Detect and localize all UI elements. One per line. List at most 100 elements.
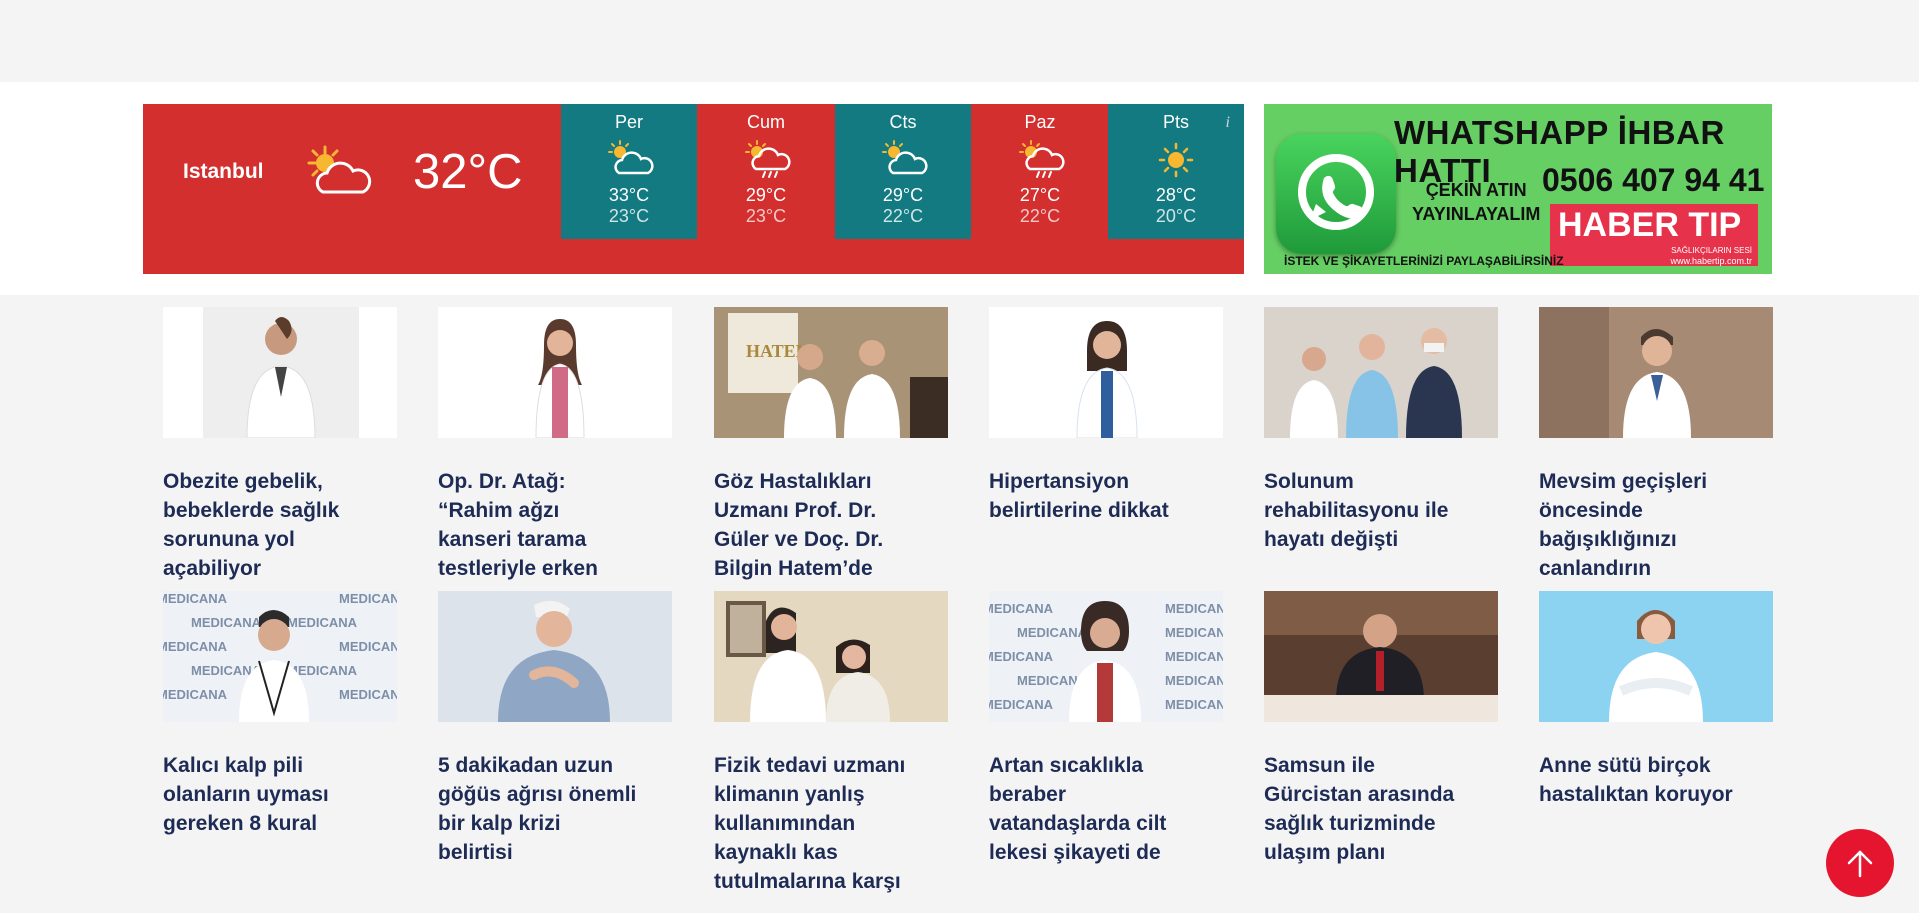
- news-photo: [1539, 307, 1773, 438]
- weather-day-name: Cts: [889, 112, 917, 132]
- news-thumbnail[interactable]: [1264, 307, 1498, 438]
- news-card[interactable]: Op. Dr. Atağ: “Rahim ağzı kanseri tarama…: [438, 307, 672, 580]
- sun-cloud-icon: [307, 145, 372, 194]
- ad-cta-line: ÇEKİN ATIN: [1425, 180, 1527, 200]
- news-title[interactable]: Hipertansiyon belirtilerine dikkat: [989, 467, 1189, 583]
- news-title[interactable]: Mevsim geçişleri öncesinde bağışıklığını…: [1539, 467, 1739, 583]
- svg-text:MEDICANA: MEDICANA: [339, 639, 397, 654]
- news-title[interactable]: Samsun ile Gürcistan arasında sağlık tur…: [1264, 751, 1464, 867]
- weather-day-high: 28°C: [1155, 185, 1197, 205]
- news-photo: [1264, 307, 1498, 438]
- news-thumbnail[interactable]: [438, 591, 672, 722]
- news-card[interactable]: Fizik tedavi uzmanı klimanın yanlış kull…: [714, 591, 948, 893]
- svg-text:MEDICANA: MEDICANA: [1165, 673, 1223, 688]
- news-photo: MEDICANA MEDICANA MEDICANA MEDICANA MEDICA…: [989, 601, 1223, 722]
- svg-text:MEDICANA: MEDICANA: [1017, 625, 1088, 640]
- news-card[interactable]: Obezite gebelik, bebeklerde sağlık sorun…: [163, 307, 397, 580]
- weather-day-name: Cum: [746, 112, 785, 132]
- news-thumbnail[interactable]: [163, 307, 397, 438]
- news-photo: [1264, 591, 1498, 722]
- news-title[interactable]: Fizik tedavi uzmanı klimanın yanlış kull…: [714, 751, 914, 896]
- weather-day-high: 29°C: [745, 185, 787, 205]
- weather-day-high: 27°C: [1019, 185, 1061, 205]
- weather-day: Pts 28°C 20°C i: [1108, 104, 1244, 239]
- ad-url: www.habertip.com.tr: [1670, 256, 1752, 266]
- ad-cta-line: YAYINLAYALIM: [1412, 204, 1541, 224]
- sun-icon: [1158, 142, 1194, 178]
- sun-cloud-rain-icon: [745, 140, 791, 178]
- svg-text:MEDICANA: MEDICANA: [1165, 649, 1223, 664]
- news-thumbnail[interactable]: [989, 307, 1223, 438]
- ad-phone-number: 0506 407 94 41: [1542, 162, 1765, 198]
- svg-text:MEDICANA: MEDICANA: [191, 615, 262, 630]
- weather-day-name: Pts: [1162, 112, 1189, 132]
- news-photo: MEDICANA MEDICANA MEDICANA MEDICANA MEDICA…: [163, 591, 397, 722]
- news-thumbnail[interactable]: [438, 307, 672, 438]
- news-thumbnail[interactable]: [1539, 591, 1773, 722]
- news-photo: [1076, 321, 1138, 438]
- news-card[interactable]: Samsun ile Gürcistan arasında sağlık tur…: [1264, 591, 1498, 864]
- ad-cta: ÇEKİN ATIN YAYINLAYALIM: [1412, 178, 1540, 226]
- weather-day-high: 29°C: [882, 185, 924, 205]
- news-title[interactable]: 5 dakikadan uzun göğüs ağrısı önemli bir…: [438, 751, 638, 867]
- news-card[interactable]: MEDICANA MEDICANA MEDICANA MEDICANA MEDICA…: [989, 591, 1223, 864]
- whatsapp-logo: [1276, 134, 1396, 254]
- news-title[interactable]: Anne sütü birçok hastalıktan koruyor: [1539, 751, 1739, 867]
- news-title[interactable]: Kalıcı kalp pili olanların uyması gereke…: [163, 751, 363, 867]
- news-photo: [535, 319, 585, 438]
- news-card[interactable]: Anne sütü birçok hastalıktan koruyor: [1539, 591, 1773, 806]
- info-icon[interactable]: i: [1226, 114, 1230, 132]
- svg-text:MEDICANA: MEDICANA: [163, 639, 228, 654]
- news-thumbnail[interactable]: MEDICANA MEDICANA MEDICANA MEDICANA MEDICA…: [989, 591, 1223, 722]
- news-title[interactable]: Artan sıcaklıkla beraber vatandaşlarda c…: [989, 751, 1189, 867]
- svg-text:MEDICANA: MEDICANA: [1165, 601, 1223, 616]
- whatsapp-icon: [1298, 154, 1374, 230]
- news-title[interactable]: Obezite gebelik, bebeklerde sağlık sorun…: [163, 467, 363, 583]
- weather-day-low: 22°C: [1019, 206, 1061, 226]
- svg-text:MEDICANA: MEDICANA: [287, 615, 358, 630]
- svg-text:MEDICANA: MEDICANA: [1165, 625, 1223, 640]
- ad-brand: HABER TIP: [1558, 206, 1742, 244]
- news-title[interactable]: Göz Hastalıkları Uzmanı Prof. Dr. Güler …: [714, 467, 914, 583]
- svg-text:MEDICANA: MEDICANA: [163, 687, 228, 702]
- weather-day: Cts 29°C 22°C: [835, 104, 971, 239]
- ad-brand-sub: SAĞLIKÇILARIN SESİ: [1671, 246, 1752, 255]
- news-photo: [1539, 591, 1773, 722]
- whatsapp-ad-banner[interactable]: WHATSHAPP İHBAR HATTI ÇEKİN ATIN YAYINLA…: [1264, 104, 1772, 274]
- news-thumbnail[interactable]: MEDICANA MEDICANA MEDICANA MEDICANA MEDICA…: [163, 591, 397, 722]
- news-photo: HATEM: [714, 307, 948, 438]
- scroll-to-top-button[interactable]: [1826, 829, 1894, 897]
- sun-cloud-icon: [882, 140, 928, 175]
- top-spacer: [0, 0, 1919, 82]
- haber-tip-logo: HABER TIP SAĞLIKÇILARIN SESİ www.haberti…: [1550, 204, 1758, 266]
- arrow-up-icon: [1847, 850, 1873, 878]
- weather-widget[interactable]: Istanbul 32°C Per 33°C 23°C Cum 29°C 23°…: [143, 104, 1244, 274]
- news-card[interactable]: MEDICANA MEDICANA MEDICANA MEDICANA MEDICA…: [163, 591, 397, 835]
- news-photo: [714, 591, 948, 722]
- news-thumbnail[interactable]: [1264, 591, 1498, 722]
- svg-text:MEDICANA: MEDICANA: [163, 591, 228, 606]
- news-card[interactable]: 5 dakikadan uzun göğüs ağrısı önemli bir…: [438, 591, 672, 864]
- news-card[interactable]: Mevsim geçişleri öncesinde bağışıklığını…: [1539, 307, 1773, 580]
- news-card[interactable]: HATEM Göz Hastalıkları Uzmanı Prof. Dr. …: [714, 307, 948, 580]
- weather-current-temp: 32°C: [413, 145, 523, 199]
- news-thumbnail[interactable]: HATEM: [714, 307, 948, 438]
- weather-day-name: Per: [614, 112, 643, 132]
- news-photo: [203, 307, 359, 438]
- news-photo: [438, 591, 672, 722]
- svg-text:MEDICANA: MEDICANA: [339, 591, 397, 606]
- news-card[interactable]: Solunum rehabilitasyonu ile hayatı değiş…: [1264, 307, 1498, 551]
- news-thumbnail[interactable]: [1539, 307, 1773, 438]
- news-title[interactable]: Op. Dr. Atağ: “Rahim ağzı kanseri tarama…: [438, 467, 638, 583]
- news-card[interactable]: Hipertansiyon belirtilerine dikkat: [989, 307, 1223, 522]
- news-title[interactable]: Solunum rehabilitasyonu ile hayatı değiş…: [1264, 467, 1464, 583]
- weather-day-name: Paz: [1024, 112, 1056, 132]
- svg-text:MEDICANA: MEDICANA: [989, 649, 1054, 664]
- svg-text:MEDICANA: MEDICANA: [339, 687, 397, 702]
- news-thumbnail[interactable]: [714, 591, 948, 722]
- weather-day: Per 33°C 23°C: [561, 104, 697, 239]
- weather-day-low: 20°C: [1155, 206, 1197, 226]
- sun-cloud-icon: [608, 140, 654, 175]
- svg-text:MEDICANA: MEDICANA: [989, 697, 1054, 712]
- weather-day: Paz 27°C 22°C: [972, 104, 1108, 239]
